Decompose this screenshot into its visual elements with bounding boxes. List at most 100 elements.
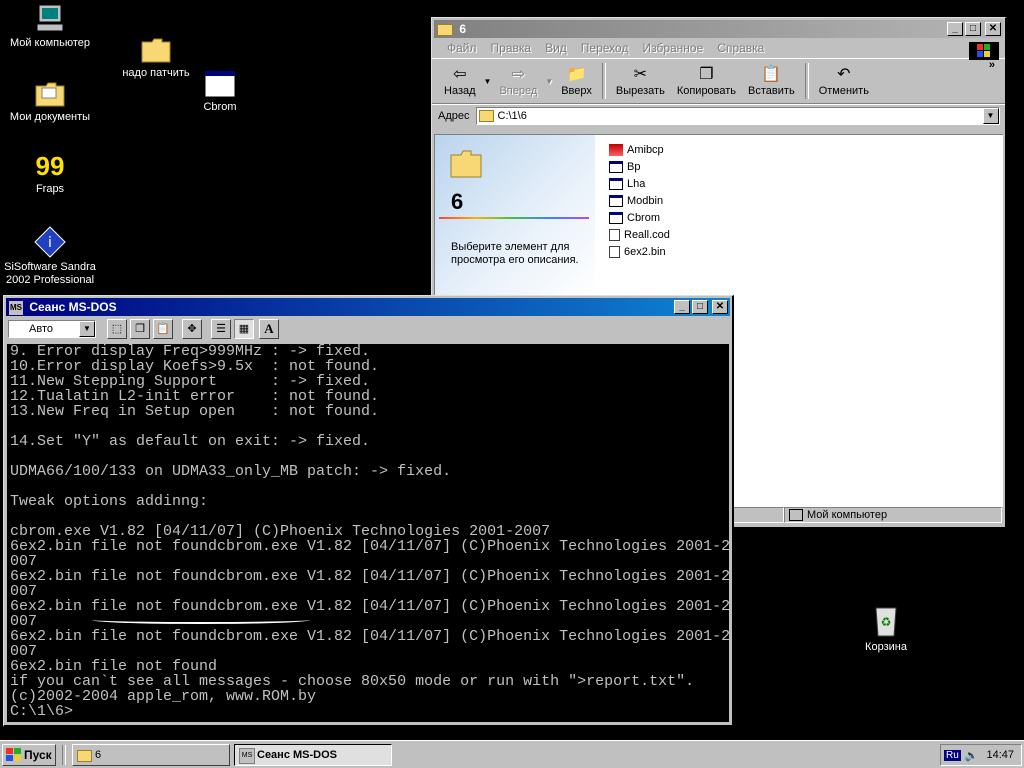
folder-icon (141, 38, 171, 63)
copy-icon: ❐ (699, 66, 714, 83)
window-title: Сеанс MS-DOS (29, 300, 117, 314)
menu-view[interactable]: Вид (538, 41, 574, 55)
desktop-icon-my-documents[interactable]: Мои документы (0, 80, 100, 124)
chevron-down-icon: ▼ (545, 76, 554, 86)
fullscreen-button[interactable]: ✥ (182, 319, 202, 339)
paste-button[interactable]: 📋 Вставить (742, 59, 801, 103)
start-button[interactable]: Пуск (2, 744, 56, 766)
font-size-dropdown-button[interactable]: ▼ (79, 321, 95, 337)
file-item-cbrom[interactable]: Cbrom (609, 209, 670, 226)
dos-window-icon (204, 70, 236, 98)
desktop-icon-sisoftware[interactable]: i SiSoftware Sandra 2002 Professional (0, 226, 100, 287)
svg-text:♻: ♻ (881, 615, 892, 629)
explorer-titlebar[interactable]: 6 _ □ ✕ (434, 20, 1003, 38)
taskbar-button-msdos[interactable]: MS Сеанс MS-DOS (234, 744, 392, 766)
volume-icon[interactable]: 🔈 (965, 749, 979, 762)
address-field[interactable]: C:\1\6 ▼ (475, 107, 1000, 125)
msdos-icon: MS (9, 300, 23, 315)
overflow-chevron-icon: » (988, 59, 995, 71)
desktop-icon-fraps[interactable]: 99 Fraps (0, 152, 100, 196)
undo-button[interactable]: ↶ Отменить (813, 59, 875, 103)
maximize-button[interactable]: □ (965, 22, 981, 36)
close-button[interactable]: ✕ (985, 22, 1001, 36)
fraps-icon: 99 (35, 151, 65, 181)
address-dropdown-button[interactable]: ▼ (982, 108, 999, 124)
back-dropdown[interactable]: ▼ (482, 59, 494, 103)
chevron-down-icon: ▼ (483, 76, 492, 86)
console-text: 9. Error display Freq>999MHz : -> fixed.… (10, 344, 729, 720)
font-icon: A (264, 321, 274, 336)
menu-go[interactable]: Переход (574, 41, 636, 55)
back-button[interactable]: ⇦ Назад (438, 59, 482, 103)
folder-icon (437, 23, 453, 36)
desktop-icon-recycle-bin[interactable]: ♻ Корзина (836, 604, 936, 654)
file-item-6ex2-bin[interactable]: 6ex2.bin (609, 243, 670, 260)
mark-button[interactable]: ⬚ (107, 319, 127, 339)
copy-button[interactable]: ❐ (130, 319, 150, 339)
address-value: C:\1\6 (497, 110, 527, 122)
desktop-icon-label: Мои документы (9, 111, 91, 123)
menu-help[interactable]: Справка (710, 41, 771, 55)
taskbar-button-explorer[interactable]: 6 (72, 744, 230, 766)
fullscreen-icon: ✥ (187, 323, 197, 335)
menu-bar: Файл Правка Вид Переход Избранное Справк… (432, 38, 1005, 60)
background-button[interactable]: ▦ (234, 319, 254, 339)
documents-folder-icon (35, 82, 65, 107)
computer-icon (36, 4, 64, 32)
system-tray: Ru 🔈 14:47 (940, 744, 1022, 766)
file-list: Amibcp Bp Lha Modbin Cbrom Reall.cod 6ex… (609, 141, 670, 260)
amibcp-icon (609, 143, 623, 156)
minimize-button[interactable]: _ (674, 300, 690, 314)
address-bar: Адрес C:\1\6 ▼ (432, 104, 1005, 127)
menu-favorites[interactable]: Избранное (635, 41, 710, 55)
dos-window-icon (609, 194, 623, 207)
file-item-bp[interactable]: Bp (609, 158, 670, 175)
file-icon (609, 228, 620, 241)
msdos-window[interactable]: MS Сеанс MS-DOS _ □ ✕ Авто ▼ ⬚ ❐ 📋 ✥ ☰ ▦… (3, 295, 734, 727)
forward-arrow-icon: ⇨ (511, 66, 526, 83)
folder-title: 6 (451, 189, 464, 214)
file-item-reall-cod[interactable]: Reall.cod (609, 226, 670, 243)
paste-button[interactable]: 📋 (153, 319, 173, 339)
properties-icon: ☰ (216, 323, 226, 335)
undo-icon: ↶ (837, 66, 851, 83)
background-icon: ▦ (238, 323, 250, 335)
font-button[interactable]: A (259, 319, 279, 339)
maximize-button[interactable]: □ (692, 300, 708, 314)
cut-button[interactable]: ✂ Вырезать (610, 59, 671, 103)
font-size-select[interactable]: Авто ▼ (8, 320, 96, 338)
msdos-toolbar: Авто ▼ ⬚ ❐ 📋 ✥ ☰ ▦ A (4, 316, 732, 342)
copy-icon: ❐ (135, 323, 145, 335)
up-button[interactable]: 📁 Вверх (555, 59, 598, 103)
clock[interactable]: 14:47 (987, 749, 1015, 761)
menu-file[interactable]: Файл (440, 41, 484, 55)
minimize-button[interactable]: _ (947, 22, 963, 36)
recycle-bin-icon: ♻ (875, 607, 897, 637)
properties-button[interactable]: ☰ (211, 319, 231, 339)
taskbar: Пуск 6 MS Сеанс MS-DOS Ru 🔈 14:47 (0, 740, 1024, 768)
desktop-icon-my-computer[interactable]: Мой компьютер (0, 2, 100, 50)
folder-icon (478, 110, 494, 122)
clipboard-icon: 📋 (761, 66, 782, 83)
console-output[interactable]: 9. Error display Freq>999MHz : -> fixed.… (7, 344, 729, 722)
file-item-lha[interactable]: Lha (609, 175, 670, 192)
dos-window-icon (609, 160, 623, 173)
svg-text:i: i (48, 235, 52, 251)
toolbar-overflow-button[interactable]: » (983, 59, 1001, 103)
mark-icon: ⬚ (111, 323, 123, 335)
copy-button[interactable]: ❐ Копировать (671, 59, 742, 103)
file-item-amibcp[interactable]: Amibcp (609, 141, 670, 158)
forward-dropdown[interactable]: ▼ (543, 59, 555, 103)
menu-edit[interactable]: Правка (484, 41, 539, 55)
msdos-titlebar[interactable]: MS Сеанс MS-DOS _ □ ✕ (6, 298, 730, 316)
language-indicator[interactable]: Ru (944, 749, 961, 761)
taskbar-separator (62, 745, 66, 765)
clipboard-icon: 📋 (156, 323, 170, 335)
file-item-modbin[interactable]: Modbin (609, 192, 670, 209)
close-button[interactable]: ✕ (712, 300, 728, 314)
desktop-icon-cbrom[interactable]: Cbrom (170, 70, 270, 114)
computer-icon (789, 509, 803, 521)
sandra-icon: i (34, 226, 66, 258)
forward-button[interactable]: ⇨ Вперед (493, 59, 543, 103)
desktop-icon-label: SiSoftware Sandra 2002 Professional (4, 261, 96, 286)
